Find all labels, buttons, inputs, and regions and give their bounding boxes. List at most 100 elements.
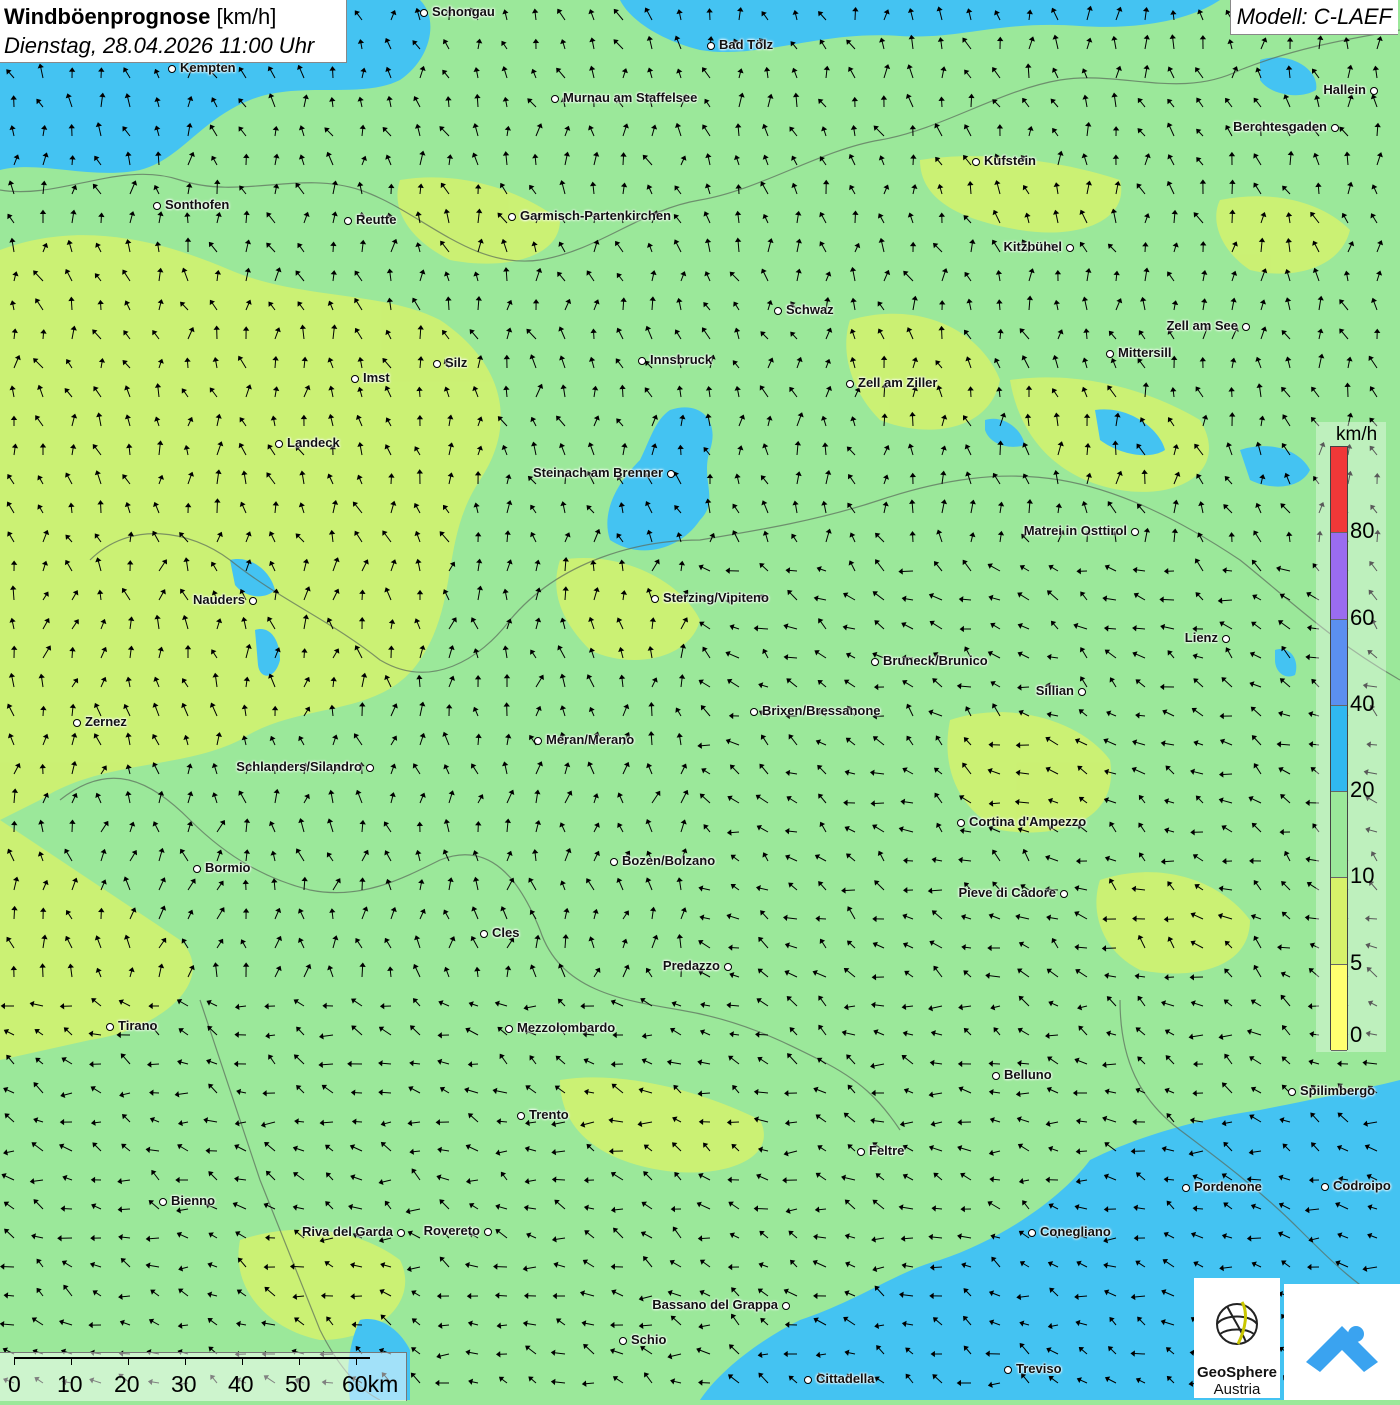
- city-marker[interactable]: [1321, 1183, 1329, 1191]
- city-label: Kempten: [180, 60, 236, 75]
- city-marker[interactable]: [1028, 1229, 1036, 1237]
- city-marker[interactable]: [1331, 124, 1339, 132]
- city-marker[interactable]: [1004, 1366, 1012, 1374]
- city-label: Cortina d'Ampezzo: [969, 814, 1086, 829]
- app-logo[interactable]: [1284, 1284, 1400, 1400]
- legend-unit: km/h: [1336, 424, 1377, 446]
- legend-tick-label: 60: [1350, 605, 1374, 631]
- city-marker[interactable]: [420, 9, 428, 17]
- city-marker[interactable]: [517, 1112, 525, 1120]
- city-marker[interactable]: [619, 1337, 627, 1345]
- scale-bar: 0102030405060km: [0, 1352, 407, 1401]
- city-marker[interactable]: [804, 1376, 812, 1384]
- city-marker[interactable]: [1078, 688, 1086, 696]
- city-marker[interactable]: [275, 440, 283, 448]
- city-label: Pieve di Cadore: [958, 885, 1056, 900]
- city-label: Conegliano: [1040, 1224, 1111, 1239]
- legend-tick-label: 80: [1350, 518, 1374, 544]
- city-label: Spilimbergo: [1300, 1083, 1375, 1098]
- city-marker[interactable]: [366, 764, 374, 772]
- city-label: Innsbruck: [650, 352, 712, 367]
- scale-tick: [128, 1357, 129, 1365]
- city-marker[interactable]: [957, 819, 965, 827]
- city-marker[interactable]: [344, 217, 352, 225]
- city-marker[interactable]: [505, 1025, 513, 1033]
- city-marker[interactable]: [651, 595, 659, 603]
- city-marker[interactable]: [1066, 244, 1074, 252]
- city-label: Cles: [492, 925, 519, 940]
- city-marker[interactable]: [1106, 350, 1114, 358]
- city-marker[interactable]: [1182, 1184, 1190, 1192]
- city-label: Murnau am Staffelsee: [563, 90, 697, 105]
- legend-color-segment: [1331, 533, 1347, 619]
- scale-tick: [242, 1357, 243, 1365]
- city-marker[interactable]: [782, 1302, 790, 1310]
- city-marker[interactable]: [750, 708, 758, 716]
- city-marker[interactable]: [1060, 890, 1068, 898]
- city-marker[interactable]: [168, 65, 176, 73]
- city-marker[interactable]: [249, 597, 257, 605]
- city-marker[interactable]: [724, 963, 732, 971]
- color-legend: km/h 806040201050: [1316, 422, 1386, 1052]
- forecast-datetime: Dienstag, 28.04.2026 11:00 Uhr: [4, 33, 314, 59]
- city-marker[interactable]: [1288, 1088, 1296, 1096]
- city-label: Zernez: [85, 714, 127, 729]
- city-marker[interactable]: [846, 380, 854, 388]
- city-marker[interactable]: [1222, 635, 1230, 643]
- city-label: Bienno: [171, 1193, 215, 1208]
- city-marker[interactable]: [857, 1148, 865, 1156]
- city-label: Kitzbühel: [1004, 239, 1063, 254]
- city-marker[interactable]: [193, 865, 201, 873]
- city-marker[interactable]: [480, 930, 488, 938]
- legend-color-segment: [1331, 792, 1347, 878]
- city-label: Riva del Garda: [302, 1224, 393, 1239]
- city-label: Treviso: [1016, 1361, 1062, 1376]
- title-text: Windböenprognose: [4, 4, 210, 29]
- city-label: Lienz: [1185, 630, 1218, 645]
- legend-color-segment: [1331, 965, 1347, 1051]
- city-marker[interactable]: [153, 202, 161, 210]
- map-title: Windböenprognose [km/h]: [4, 4, 276, 30]
- city-label: Steinach am Brenner: [533, 465, 663, 480]
- city-marker[interactable]: [508, 213, 516, 221]
- city-label: Schlanders/Silandro: [236, 759, 362, 774]
- city-marker[interactable]: [551, 95, 559, 103]
- city-marker[interactable]: [397, 1229, 405, 1237]
- city-marker[interactable]: [534, 737, 542, 745]
- city-marker[interactable]: [433, 360, 441, 368]
- city-marker[interactable]: [667, 470, 675, 478]
- scale-label: 50: [285, 1371, 311, 1398]
- legend-tick-label: 5: [1350, 950, 1362, 976]
- city-marker[interactable]: [707, 42, 715, 50]
- city-label: Reutte: [356, 212, 396, 227]
- city-marker[interactable]: [106, 1023, 114, 1031]
- city-marker[interactable]: [73, 719, 81, 727]
- city-label: Berchtesgaden: [1233, 119, 1327, 134]
- city-marker[interactable]: [1242, 323, 1250, 331]
- city-label: Schwaz: [786, 302, 834, 317]
- scale-tick: [71, 1357, 72, 1365]
- city-marker[interactable]: [1370, 87, 1378, 95]
- city-marker[interactable]: [159, 1198, 167, 1206]
- city-marker[interactable]: [638, 357, 646, 365]
- city-marker[interactable]: [1131, 528, 1139, 536]
- scale-label: 40: [228, 1371, 254, 1398]
- city-label: Trento: [529, 1107, 569, 1122]
- city-marker[interactable]: [992, 1072, 1000, 1080]
- legend-tick-label: 0: [1350, 1022, 1362, 1048]
- legend-tick-label: 20: [1350, 777, 1374, 803]
- city-marker[interactable]: [871, 658, 879, 666]
- city-marker[interactable]: [972, 158, 980, 166]
- city-marker[interactable]: [351, 375, 359, 383]
- scale-label: 20: [114, 1371, 140, 1398]
- scale-label: 0: [8, 1371, 21, 1398]
- city-label: Bruneck/Brunico: [883, 653, 988, 668]
- city-marker[interactable]: [774, 307, 782, 315]
- legend-tick-label: 10: [1350, 863, 1374, 889]
- city-marker[interactable]: [610, 858, 618, 866]
- city-marker[interactable]: [484, 1228, 492, 1236]
- city-label: Matrei in Osttirol: [1024, 523, 1127, 538]
- geosphere-logo[interactable]: GeoSphere Austria: [1194, 1278, 1280, 1398]
- legend-color-segment: [1331, 447, 1347, 533]
- city-label: Landeck: [287, 435, 340, 450]
